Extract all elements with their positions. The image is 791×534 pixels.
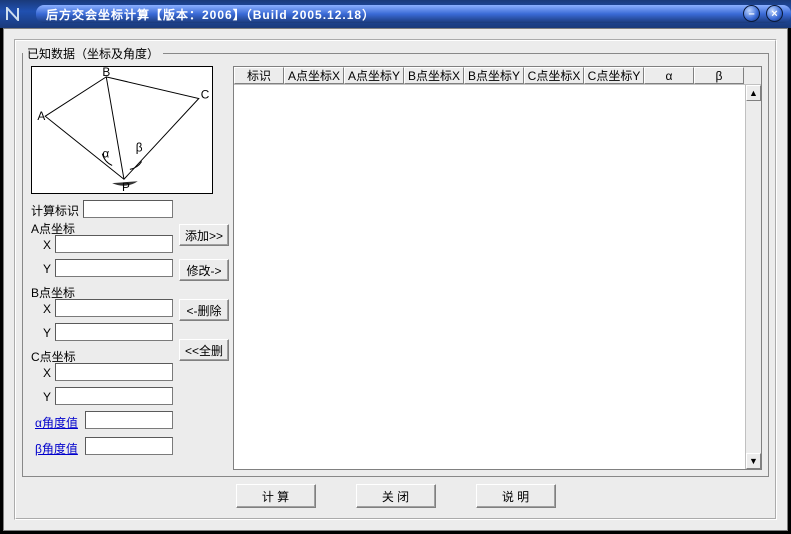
inner-panel: 已知数据（坐标及角度） A B C P α β [14,39,777,520]
col-ax[interactable]: A点坐标X [284,67,344,84]
geometry-diagram: A B C P α β [31,66,213,194]
c-y-input[interactable] [55,387,173,405]
app-icon [4,4,28,24]
b-y-label: Y [43,326,51,340]
col-cx[interactable]: C点坐标X [524,67,584,84]
diagram-label-c: C [201,88,210,102]
col-alpha[interactable]: α [644,67,694,84]
diagram-label-a: A [37,109,45,123]
close-button[interactable]: × [766,5,783,22]
help-button[interactable]: 说 明 [476,484,556,508]
col-beta[interactable]: β [694,67,744,84]
a-y-label: Y [43,262,51,276]
col-ay[interactable]: A点坐标Y [344,67,404,84]
a-y-input[interactable] [55,259,173,277]
window-title: 后方交会坐标计算【版本：2006】（Build 2005.12.18） [36,5,791,23]
diagram-label-p: P [122,180,130,193]
scroll-down-icon[interactable]: ▼ [746,453,761,469]
data-grid[interactable]: 标识 A点坐标X A点坐标Y B点坐标X B点坐标Y C点坐标X C点坐标Y α… [233,66,762,470]
b-y-input[interactable] [55,323,173,341]
diagram-label-b: B [102,67,110,79]
group-legend: 已知数据（坐标及角度） [23,45,163,62]
diagram-label-beta: β [136,141,143,155]
c-y-label: Y [43,390,51,404]
a-x-label: X [43,238,51,252]
calc-id-label: 计算标识 [31,202,79,219]
col-by[interactable]: B点坐标Y [464,67,524,84]
c-x-label: X [43,366,51,380]
a-x-input[interactable] [55,235,173,253]
clear-all-button[interactable]: <<全删 [179,339,229,361]
known-data-group: 已知数据（坐标及角度） A B C P α β [22,45,769,477]
grid-scrollbar[interactable]: ▲ ▼ [745,85,761,469]
scroll-up-icon[interactable]: ▲ [746,85,761,101]
titlebar[interactable]: 后方交会坐标计算【版本：2006】（Build 2005.12.18） – × [0,0,791,28]
window-body: 已知数据（坐标及角度） A B C P α β [3,28,788,531]
calc-id-input[interactable] [83,200,173,218]
compute-button[interactable]: 计 算 [236,484,316,508]
alpha-angle-input[interactable] [85,411,173,429]
alpha-angle-label[interactable]: α角度值 [35,414,78,431]
window-frame: 后方交会坐标计算【版本：2006】（Build 2005.12.18） – × … [0,0,791,534]
delete-button[interactable]: <-删除 [179,299,229,321]
b-x-label: X [43,302,51,316]
modify-button[interactable]: 修改-> [179,259,229,281]
close-dialog-button[interactable]: 关 闭 [356,484,436,508]
col-bx[interactable]: B点坐标X [404,67,464,84]
beta-angle-input[interactable] [85,437,173,455]
col-id[interactable]: 标识 [234,67,284,84]
minimize-button[interactable]: – [743,5,760,22]
footer-buttons: 计 算 关 闭 说 明 [16,484,775,508]
b-x-input[interactable] [55,299,173,317]
col-cy[interactable]: C点坐标Y [584,67,644,84]
add-button[interactable]: 添加>> [179,224,229,246]
grid-header: 标识 A点坐标X A点坐标Y B点坐标X B点坐标Y C点坐标X C点坐标Y α… [234,67,761,85]
c-x-input[interactable] [55,363,173,381]
beta-angle-label[interactable]: β角度值 [35,440,78,457]
diagram-label-alpha: α [102,147,109,161]
